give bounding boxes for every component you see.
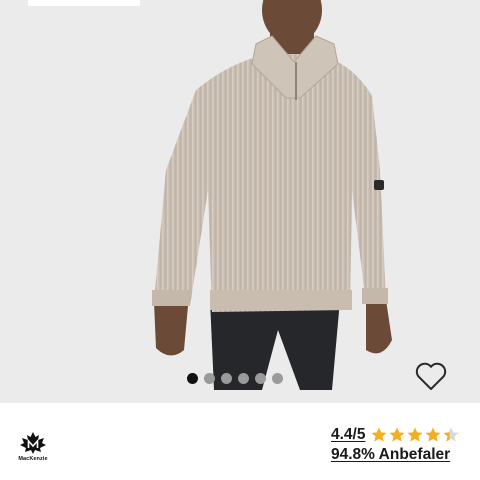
star-icon bbox=[407, 427, 423, 442]
star-icon bbox=[389, 427, 405, 442]
heart-outline-icon bbox=[415, 362, 447, 390]
brand-logo[interactable]: MacKenzie bbox=[16, 431, 50, 465]
gallery-dot[interactable] bbox=[238, 372, 249, 384]
recommend-percentage[interactable]: 94.8% Anbefaler bbox=[331, 446, 450, 464]
top-strip bbox=[28, 0, 140, 6]
star-icon bbox=[425, 427, 441, 442]
star-icon bbox=[371, 427, 387, 442]
gallery-dot[interactable] bbox=[255, 372, 266, 384]
rating-score[interactable]: 4.4/5 bbox=[331, 426, 365, 444]
wishlist-button[interactable] bbox=[414, 360, 448, 392]
maple-leaf-m-icon bbox=[20, 432, 46, 454]
star-icon bbox=[443, 427, 459, 442]
product-image[interactable] bbox=[0, 0, 480, 403]
gallery-dot[interactable] bbox=[204, 372, 215, 384]
product-page: MacKenzie 4.4/5 94.8% Anbefaler bbox=[0, 0, 480, 480]
star-rating bbox=[370, 426, 460, 444]
product-info-bar: MacKenzie 4.4/5 94.8% Anbefaler bbox=[0, 403, 480, 480]
gallery-dot[interactable] bbox=[221, 372, 232, 384]
gallery-pagination[interactable] bbox=[187, 372, 283, 384]
brand-name: MacKenzie bbox=[18, 456, 48, 462]
rating-summary[interactable]: 4.4/5 bbox=[331, 424, 460, 446]
product-image-gallery[interactable] bbox=[0, 0, 480, 403]
gallery-dot[interactable] bbox=[187, 372, 198, 384]
gallery-dot[interactable] bbox=[272, 372, 283, 384]
